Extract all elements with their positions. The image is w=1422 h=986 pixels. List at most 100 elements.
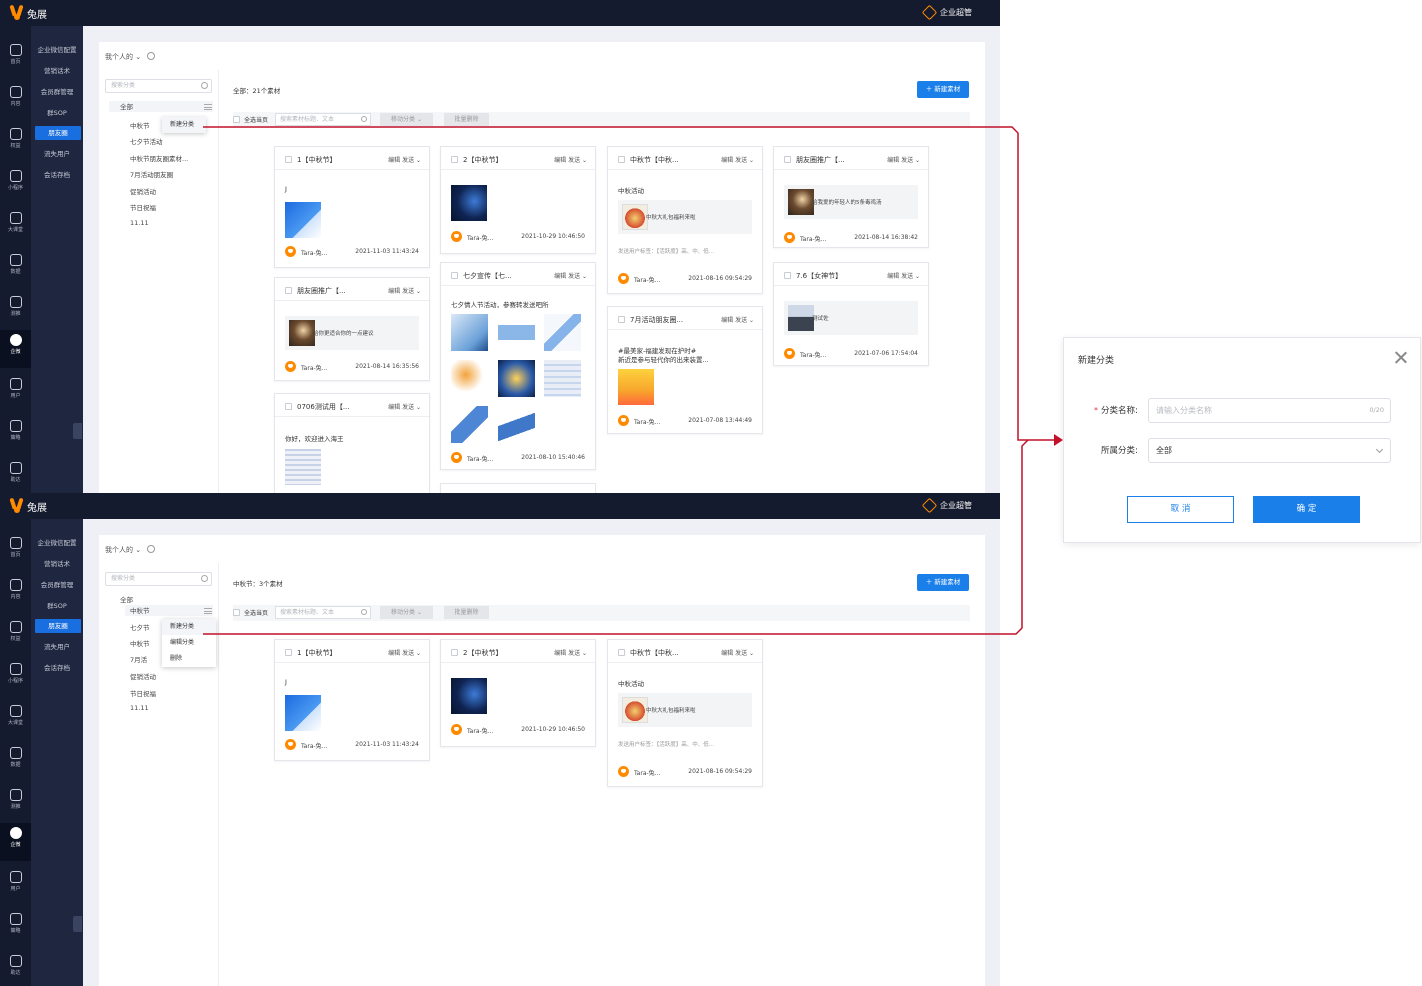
nav-user[interactable]: 用户 [0,374,31,412]
brand-logo[interactable]: 兔展 [10,4,47,22]
material-card[interactable]: 中秋节【中秋... 编辑 发送 ⌄ 中秋活动 中秋大礼包福利来啦 发送用户标签：【… [607,639,763,787]
tree-node[interactable]: 促销活动 [130,671,156,681]
move-category-button[interactable]: 移动分类 ⌄ [380,606,433,619]
tree-node[interactable]: 七夕节活动 [130,136,163,146]
nav-sales[interactable]: 助达 [0,951,31,986]
card-checkbox[interactable] [285,156,292,163]
submenu-lost-users[interactable]: 流失用户 [31,147,83,161]
tree-more-icon[interactable] [204,104,212,110]
material-card[interactable]: 朋友圈推广【... 编辑 发送 ⌄ 给我爱的年轻人的5条毒鸡汤 Tara-兔...… [773,146,929,248]
parent-category-select[interactable]: 全部 [1148,438,1391,463]
tree-node[interactable]: 中秋节 [130,120,150,130]
card-actions[interactable]: 编辑 发送 ⌄ [388,286,421,295]
tree-node[interactable]: 七夕节 [130,622,150,632]
card-checkbox[interactable] [784,156,791,163]
submenu-lost-users[interactable]: 流失用户 [31,640,83,654]
nav-marketing[interactable]: 测推 [0,292,31,330]
nav-data[interactable]: 数据 [0,250,31,288]
card-checkbox[interactable] [451,649,458,656]
bulk-delete-button[interactable]: 批量删除 [444,113,489,126]
card-actions[interactable]: 编辑 发送 ⌄ [887,271,920,280]
material-card[interactable]: 0706测试用【... 编辑 发送 ⌄ 你好，欢迎进入海王 [274,393,430,493]
nav-home[interactable]: 首页 [0,533,31,571]
menu-item-new-category[interactable]: 新建分类 [162,619,216,635]
card-checkbox[interactable] [784,272,791,279]
submenu-scripts[interactable]: 营销话术 [31,64,83,78]
menu-item-new-category[interactable]: 新建分类 [162,117,206,133]
tree-node[interactable]: 节日祝福 [130,202,156,212]
category-name-input[interactable]: 请输入分类名称 0/20 [1148,398,1391,423]
card-actions[interactable]: 编辑 发送 ⌄ [554,271,587,280]
card-checkbox[interactable] [618,316,625,323]
close-icon[interactable] [1395,351,1407,363]
submenu-group-sop[interactable]: 群SOP [31,106,83,120]
tree-node-all[interactable]: 全部 [109,101,213,112]
submenu-member-group[interactable]: 会员群管理 [31,85,83,99]
scope-selector[interactable]: 我个人的 ⌄ [105,52,156,62]
material-search-input[interactable]: 搜索素材标题、文本 [275,113,371,126]
select-all-checkbox[interactable] [233,116,240,123]
material-card[interactable]: 1【中秋节】 编辑 发送 ⌄ J Tara-兔... 2021-11-03 11:4… [274,639,430,761]
help-icon[interactable] [147,52,156,60]
material-card[interactable]: 1【中秋节】 编辑 发送 ⌄ J Tara-兔... 2021-11-03 11:4… [274,146,430,268]
nav-strategy[interactable]: 策略 [0,909,31,947]
tree-node[interactable]: 节日祝福 [130,688,156,698]
nav-rights[interactable]: 权益 [0,124,31,162]
tree-more-icon[interactable] [204,608,212,614]
submenu-wecom-config[interactable]: 企业微信配置 [31,43,83,57]
menu-item-delete[interactable]: 删除 [162,651,216,667]
card-checkbox[interactable] [285,287,292,294]
nav-content[interactable]: 内容 [0,82,31,120]
submenu-moments[interactable]: 朋友圈 [35,126,81,140]
collapse-sidebar-button[interactable] [73,916,82,932]
confirm-button[interactable]: 确 定 [1253,496,1360,523]
cancel-button[interactable]: 取 消 [1127,496,1234,523]
tree-node[interactable]: 7月活 [130,654,147,664]
nav-miniprogram[interactable]: 小程序 [0,166,31,204]
scope-selector[interactable]: 我个人的 ⌄ [105,545,156,555]
card-checkbox[interactable] [451,272,458,279]
material-card[interactable]: 7.6【女神节】 编辑 发送 ⌄ 测试佐 Tara-兔... 2021-07-06 … [773,262,929,366]
move-category-button[interactable]: 移动分类 ⌄ [380,113,433,126]
material-card[interactable]: 七夕宣传【七... 编辑 发送 ⌄ 七夕情人节活动，参赛转发送吧所 Tara-兔.… [440,262,596,470]
enterprise-admin-menu[interactable]: 企业超管 [921,497,972,514]
submenu-member-group[interactable]: 会员群管理 [31,578,83,592]
material-search-input[interactable]: 搜索素材标题、文本 [275,606,371,619]
card-checkbox[interactable] [618,156,625,163]
card-actions[interactable]: 编辑 发送 ⌄ [721,648,754,657]
material-card[interactable]: 7月活动朋友圈... 编辑 发送 ⌄ #最美家-福建发现在护时# 新近是参与轻代你… [607,306,763,434]
nav-content[interactable]: 内容 [0,575,31,613]
nav-bigclass[interactable]: 大课堂 [0,701,31,739]
card-checkbox[interactable] [451,156,458,163]
bulk-delete-button[interactable]: 批量删除 [444,606,489,619]
category-search-input[interactable]: 搜索分类 [105,79,212,93]
menu-item-edit-category[interactable]: 编辑分类 [162,635,216,651]
material-card[interactable]: 朋友圈推广【... 编辑 发送 ⌄ 给你更适合你的一点建议 Tara-兔... 20… [274,277,430,381]
tree-node-mid-autumn[interactable]: 中秋节 [125,605,213,616]
card-actions[interactable]: 编辑 发送 ⌄ [388,402,421,411]
category-search-input[interactable]: 搜索分类 [105,572,212,586]
card-actions[interactable]: 编辑 发送 ⌄ [721,155,754,164]
brand-logo[interactable]: 兔展 [10,497,47,515]
new-material-button[interactable]: ＋ 新建素材 [917,81,969,98]
card-checkbox[interactable] [618,649,625,656]
material-card[interactable]: 2【中秋节】 编辑 发送 ⌄ Tara-兔... 2021-10-29 10:46:… [440,639,596,747]
nav-sales[interactable]: 助达 [0,458,31,493]
tree-node-all[interactable]: 全部 [120,594,133,604]
submenu-moments[interactable]: 朋友圈 [35,619,81,633]
submenu-chat-archive[interactable]: 会话存档 [31,661,83,675]
card-checkbox[interactable] [285,403,292,410]
collapse-sidebar-button[interactable] [73,423,82,439]
material-card[interactable] [440,483,596,493]
submenu-chat-archive[interactable]: 会话存档 [31,168,83,182]
submenu-wecom-config[interactable]: 企业微信配置 [31,536,83,550]
card-checkbox[interactable] [285,649,292,656]
card-actions[interactable]: 编辑 发送 ⌄ [721,315,754,324]
nav-rights[interactable]: 权益 [0,617,31,655]
card-actions[interactable]: 编辑 发送 ⌄ [554,648,587,657]
card-actions[interactable]: 编辑 发送 ⌄ [388,155,421,164]
nav-miniprogram[interactable]: 小程序 [0,659,31,697]
select-all-checkbox[interactable] [233,609,240,616]
nav-data[interactable]: 数据 [0,743,31,781]
tree-node[interactable]: 11.11 [130,704,149,712]
